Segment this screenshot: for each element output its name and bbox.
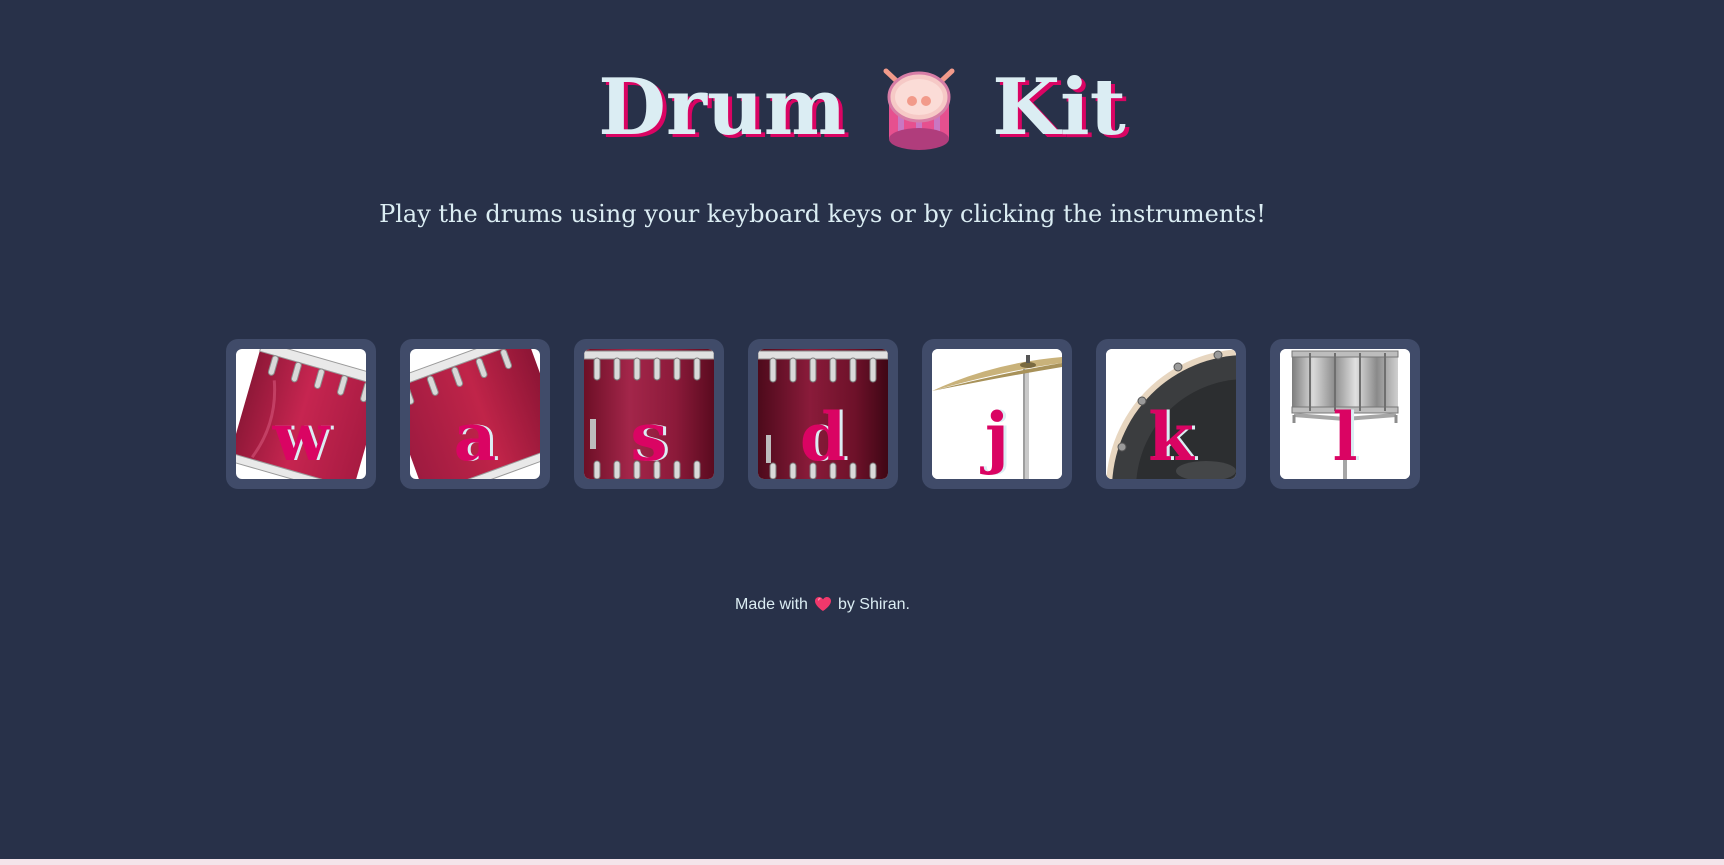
footer-made-with: Made with bbox=[735, 596, 808, 613]
footer: Made with by Shiran. bbox=[0, 596, 1645, 614]
drum-face: w bbox=[236, 349, 366, 479]
heart-icon bbox=[814, 596, 832, 612]
drum-button-a[interactable]: a bbox=[400, 339, 550, 489]
key-label: w bbox=[272, 398, 330, 476]
drum-face: d bbox=[758, 349, 888, 479]
drum-button-w[interactable]: w bbox=[226, 339, 376, 489]
key-label: a bbox=[453, 398, 497, 476]
key-label: l bbox=[1332, 398, 1358, 476]
key-label: s bbox=[630, 398, 668, 476]
drum-button-j[interactable]: j bbox=[922, 339, 1072, 489]
footer-author: by Shiran. bbox=[837, 596, 910, 613]
drum-button-l[interactable]: l bbox=[1270, 339, 1420, 489]
drum-face: a bbox=[410, 349, 540, 479]
page-title: Drum Kit bbox=[0, 54, 1724, 156]
drum-face: j bbox=[932, 349, 1062, 479]
drum-button-d[interactable]: d bbox=[748, 339, 898, 489]
page-bottom-border bbox=[0, 859, 1724, 865]
drum-button-s[interactable]: s bbox=[574, 339, 724, 489]
instructions-text: Play the drums using your keyboard keys … bbox=[379, 200, 1266, 228]
drum-face: k bbox=[1106, 349, 1236, 479]
title-word-kit: Kit bbox=[992, 61, 1126, 153]
key-label: d bbox=[799, 398, 847, 476]
drum-emoji-icon bbox=[876, 67, 962, 153]
drum-button-k[interactable]: k bbox=[1096, 339, 1246, 489]
title-word-drum: Drum bbox=[598, 61, 847, 153]
key-label: j bbox=[985, 398, 1009, 476]
key-label: k bbox=[1148, 398, 1194, 476]
drum-face: s bbox=[584, 349, 714, 479]
drum-face: l bbox=[1280, 349, 1410, 479]
